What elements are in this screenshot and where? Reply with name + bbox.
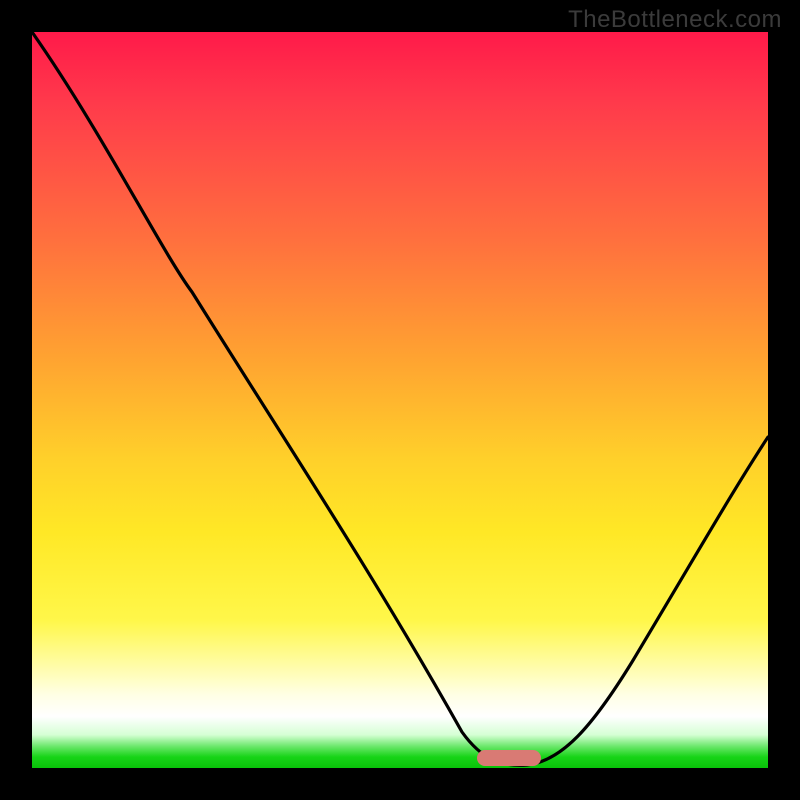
watermark: TheBottleneck.com — [568, 6, 782, 34]
optimal-marker — [477, 750, 541, 766]
frame: TheBottleneck.com — [0, 0, 800, 800]
heat-gradient — [32, 32, 768, 768]
chart-stage — [32, 32, 768, 768]
